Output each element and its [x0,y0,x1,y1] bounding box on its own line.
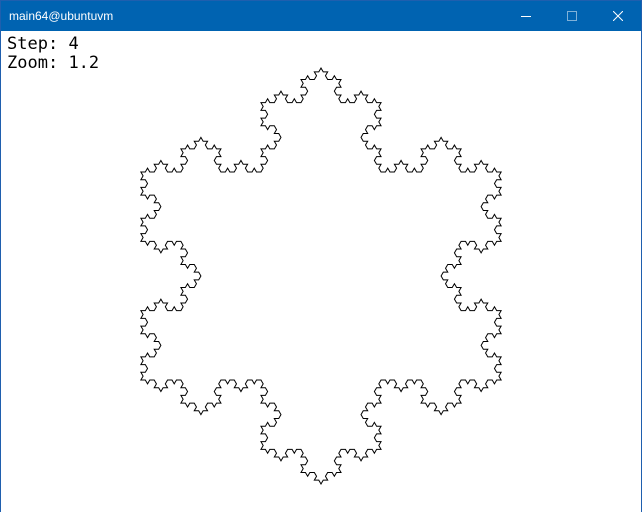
zoom-readout: Zoom: 1.2 [7,54,99,73]
step-readout: Step: 4 [7,35,99,54]
canvas-area[interactable]: Step: 4 Zoom: 1.2 [1,31,641,512]
koch-snowflake [140,66,502,486]
close-button[interactable] [595,1,641,31]
hud-overlay: Step: 4 Zoom: 1.2 [7,35,99,73]
zoom-value: 1.2 [68,53,100,73]
snowflake-outline [140,66,502,486]
minimize-icon [521,16,531,17]
title-bar[interactable]: main64@ubuntuvm [1,1,641,31]
app-window: main64@ubuntuvm Step: 4 Zoom: 1.2 [0,0,642,512]
zoom-label: Zoom: [7,53,59,73]
maximize-icon [567,11,577,21]
step-value: 4 [68,34,79,54]
close-icon [613,11,623,21]
maximize-button[interactable] [549,1,595,31]
step-label: Step: [7,34,59,54]
minimize-button[interactable] [503,1,549,31]
window-title: main64@ubuntuvm [9,9,114,23]
